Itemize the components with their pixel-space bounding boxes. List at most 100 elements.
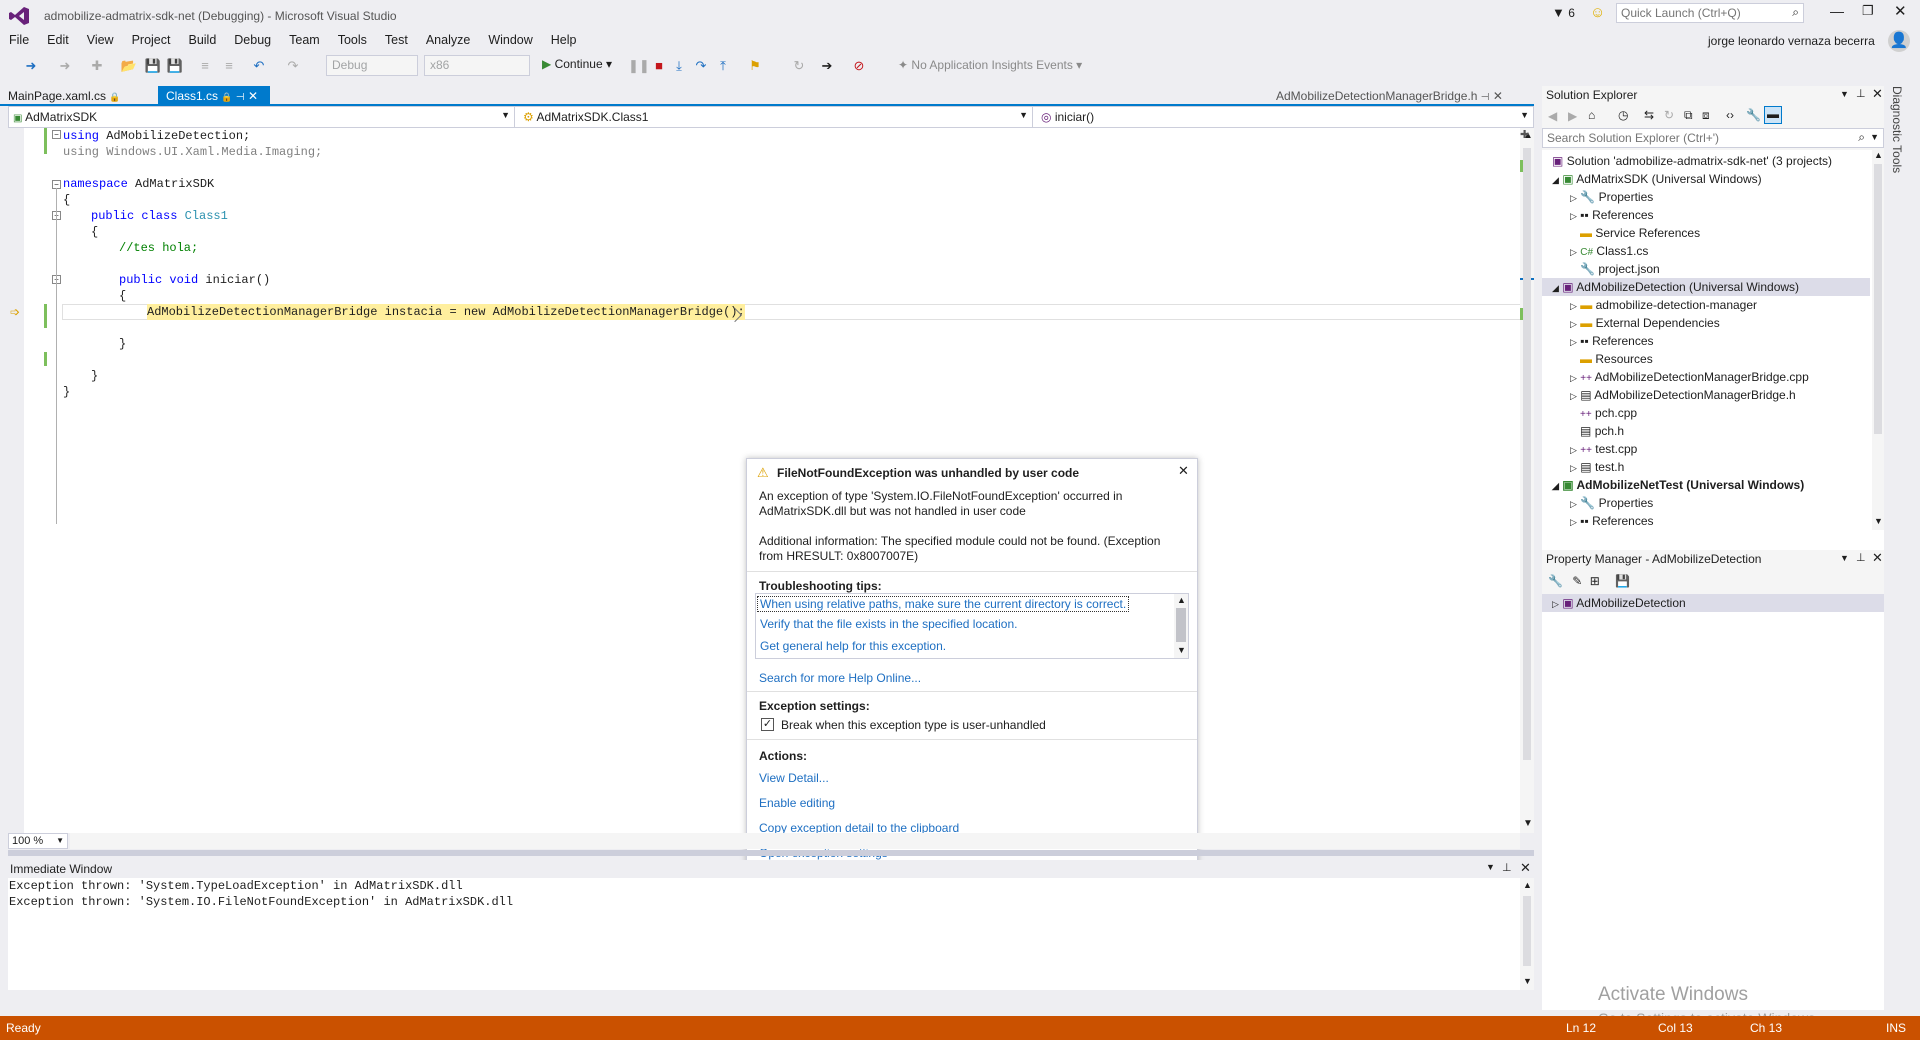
scroll-thumb[interactable] <box>1176 608 1186 642</box>
tree-item[interactable]: ▷ ▪▪ References <box>1570 332 1900 350</box>
tree-item[interactable]: ▷ ++ test.cpp <box>1570 440 1900 458</box>
tab-class1[interactable]: Class1.cs 🔒 ⊣ ✕ <box>158 86 270 106</box>
menu-team[interactable]: Team <box>280 30 329 50</box>
menu-analyze[interactable]: Analyze <box>417 30 479 50</box>
continue-button[interactable]: ▶ Continue ▾ <box>542 57 612 71</box>
menu-window[interactable]: Window <box>479 30 541 50</box>
editor-scrollbar[interactable]: ▲ ▼ <box>1520 128 1534 833</box>
tree-item[interactable]: ▷ ▬ External Dependencies <box>1570 314 1900 332</box>
scroll-thumb[interactable] <box>1523 148 1531 760</box>
tree-item-solution[interactable]: ▣ Solution 'admobilize-admatrix-sdk-net'… <box>1552 152 1882 170</box>
zoom-select[interactable]: 100 % ▼ <box>8 833 68 849</box>
new-project-icon[interactable]: ✚ <box>88 57 106 75</box>
collapse-icon[interactable]: − <box>52 130 61 139</box>
add-property-sheet-icon[interactable]: ✎ <box>1572 574 1582 588</box>
menu-edit[interactable]: Edit <box>38 30 78 50</box>
restore-button[interactable]: ❐ <box>1862 3 1874 19</box>
tree-item[interactable]: ▬ Resources <box>1570 350 1900 368</box>
close-icon[interactable]: ✕ <box>1520 860 1531 876</box>
save-icon[interactable]: 💾 <box>1615 574 1630 588</box>
scroll-up-icon[interactable]: ▲ <box>1177 595 1186 605</box>
pin-icon[interactable]: ⊣ <box>236 92 245 103</box>
class-dropdown[interactable]: ⚙ AdMatrixSDK.Class1 ▼ <box>519 107 1033 127</box>
menu-view[interactable]: View <box>78 30 123 50</box>
stop-icon[interactable]: ■ <box>650 57 668 75</box>
menu-project[interactable]: Project <box>123 30 180 50</box>
enable-editing-link[interactable]: Enable editing <box>759 796 835 810</box>
collapse-all-icon[interactable]: ⧉ <box>1684 108 1693 123</box>
minimize-button[interactable]: — <box>1830 3 1844 19</box>
close-tab-icon[interactable]: ✕ <box>248 89 258 103</box>
preview-icon[interactable]: ▬ <box>1764 106 1782 124</box>
close-icon[interactable]: ✕ <box>1872 86 1883 102</box>
redo-icon[interactable]: ↷ <box>284 57 302 75</box>
tip-link-1[interactable]: When using relative paths, make sure the… <box>757 596 1130 612</box>
open-file-icon[interactable]: 📂 <box>120 57 138 75</box>
pause-icon[interactable]: ❚❚ <box>628 57 650 75</box>
step-out-icon[interactable]: ⤒ <box>714 57 732 75</box>
close-button[interactable]: ✕ <box>1894 2 1907 20</box>
forward-icon[interactable]: ▶ <box>1568 109 1577 123</box>
view-code-icon[interactable]: ‹› <box>1726 108 1734 122</box>
member-dropdown[interactable]: ◎ iniciar() ▼ <box>1037 107 1533 127</box>
scroll-thumb[interactable] <box>1523 896 1531 966</box>
configuration-select[interactable]: Debug <box>326 55 418 76</box>
close-tab-icon[interactable]: ✕ <box>1493 89 1503 103</box>
undo-icon[interactable]: ↶ <box>250 57 268 75</box>
tree-item[interactable]: ▬ Service References <box>1570 224 1900 242</box>
pending-changes-icon[interactable]: ◷ <box>1618 108 1628 122</box>
code-editor[interactable]: ➩ − − − − using AdMobilizeDetection; usi… <box>8 128 1534 881</box>
tab-mainpage[interactable]: MainPage.xaml.cs 🔒 <box>0 86 156 106</box>
scroll-down-icon[interactable]: ▼ <box>1523 976 1532 986</box>
tree-item-project-selected[interactable]: ◢ ▣ AdMobilizeDetection (Universal Windo… <box>1542 278 1870 296</box>
breakpoints-icon[interactable]: ⊘ <box>850 57 868 75</box>
tree-item[interactable]: ▷ 🔧 Properties <box>1570 494 1900 512</box>
window-options-icon[interactable]: ▼ <box>1840 89 1849 99</box>
scroll-down-icon[interactable]: ▼ <box>1874 516 1883 526</box>
step-over-icon[interactable]: ↷ <box>692 57 710 75</box>
scroll-down-icon[interactable]: ▼ <box>1177 645 1186 655</box>
show-next-statement-icon[interactable]: ➔ <box>818 57 836 75</box>
tree-item[interactable]: ▷ ▪▪ References <box>1570 512 1900 530</box>
menu-file[interactable]: File <box>0 30 38 50</box>
panel-splitter[interactable] <box>8 850 1534 856</box>
tree-item[interactable]: ▷ 🔧 Properties <box>1570 188 1900 206</box>
tree-item-project-startup[interactable]: ◢ ▣ AdMobilizeNetTest (Universal Windows… <box>1552 476 1882 494</box>
pin-icon[interactable]: ⊣ <box>1481 92 1490 103</box>
step-into-icon[interactable]: ⤓ <box>670 57 688 75</box>
wrench-icon[interactable]: 🔧 <box>1548 574 1563 588</box>
menu-tools[interactable]: Tools <box>329 30 376 50</box>
close-icon[interactable]: ✕ <box>1872 550 1883 566</box>
pin-icon[interactable]: ⊥ <box>1502 861 1512 874</box>
tips-scrollbar[interactable]: ▲ ▼ <box>1174 594 1188 658</box>
back-icon[interactable]: ➜ <box>22 57 40 75</box>
outdent-icon[interactable]: ≡ <box>220 57 238 75</box>
close-popup-button[interactable]: ✕ <box>1178 463 1189 479</box>
project-dropdown[interactable]: ▣ AdMatrixSDK ▼ <box>9 107 515 127</box>
diagnostic-tools-tab[interactable]: Diagnostic Tools <box>1888 86 1914 206</box>
indent-icon[interactable]: ≡ <box>196 57 214 75</box>
scroll-up-icon[interactable]: ▲ <box>1874 150 1883 160</box>
scroll-thumb[interactable] <box>1874 164 1882 434</box>
pin-icon[interactable]: ⊥ <box>1856 551 1866 564</box>
search-help-link[interactable]: Search for more Help Online... <box>759 671 921 685</box>
quick-launch-box[interactable]: ⌕ <box>1616 3 1804 23</box>
scroll-up-icon[interactable]: ▲ <box>1523 880 1532 890</box>
tip-link-3[interactable]: Get general help for this exception. <box>760 639 946 653</box>
tree-item[interactable]: ++ pch.cpp <box>1570 404 1900 422</box>
window-options-icon[interactable]: ▼ <box>1840 553 1849 563</box>
tree-item[interactable]: ▷ ▬ admobilize-detection-manager <box>1570 296 1900 314</box>
forward-icon[interactable]: ➜ <box>56 57 74 75</box>
quick-launch-input[interactable] <box>1617 4 1777 22</box>
window-options-icon[interactable]: ▼ <box>1486 862 1495 872</box>
tree-item[interactable]: 🔧 project.json <box>1570 260 1900 278</box>
add-new-property-sheet-icon[interactable]: ⊞ <box>1590 574 1600 588</box>
show-all-files-icon[interactable]: ⧈ <box>1702 108 1710 123</box>
save-all-icon[interactable]: 💾 <box>166 57 184 75</box>
menu-debug[interactable]: Debug <box>225 30 280 50</box>
tab-bridge-h[interactable]: AdMobilizeDetectionManagerBridge.h ⊣ ✕ <box>1268 86 1534 106</box>
tip-link-2[interactable]: Verify that the file exists in the speci… <box>760 617 1017 631</box>
hex-display-icon[interactable]: ⚑ <box>746 57 764 75</box>
user-name[interactable]: jorge leonardo vernaza becerra <box>1708 34 1875 48</box>
tree-item[interactable]: ▤ pch.h <box>1570 422 1900 440</box>
